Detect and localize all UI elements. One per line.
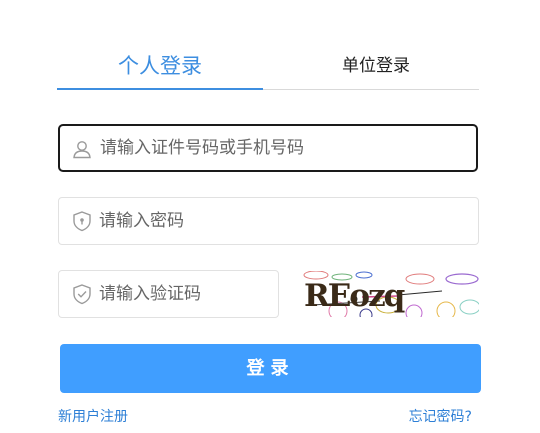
tab-personal-login[interactable]: 个人登录 [57,44,263,90]
shield-lock-icon [71,210,93,232]
account-field[interactable] [58,124,478,172]
forgot-password-link[interactable]: 忘记密码? [409,406,472,426]
account-input[interactable] [100,126,470,170]
tab-unit-login[interactable]: 单位登录 [273,44,479,89]
password-input[interactable] [99,198,469,244]
login-tabs: 个人登录 单位登录 [57,44,479,90]
captcha-field[interactable] [58,270,279,318]
password-field[interactable] [58,197,479,245]
captcha-input[interactable] [99,271,269,317]
shield-check-icon [71,283,93,305]
captcha-image[interactable]: REozq [302,271,479,317]
captcha-text: REozq [304,278,405,314]
login-button[interactable]: 登录 [60,344,481,393]
register-link[interactable]: 新用户注册 [58,406,128,426]
user-icon [71,138,93,160]
